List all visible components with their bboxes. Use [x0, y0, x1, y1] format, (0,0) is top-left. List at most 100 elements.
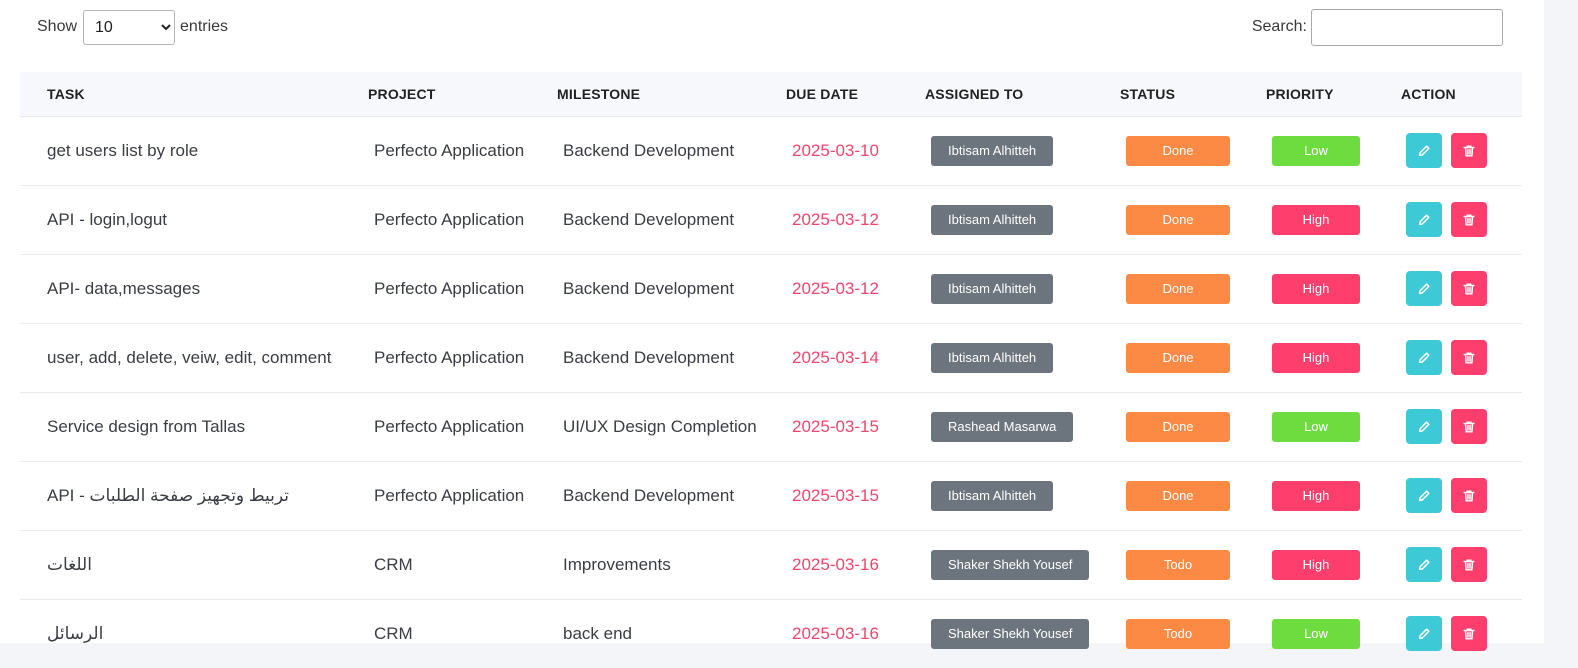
delete-button[interactable] — [1451, 547, 1487, 582]
status-badge: Todo — [1126, 618, 1230, 649]
delete-button[interactable] — [1451, 133, 1487, 168]
pencil-icon — [1417, 489, 1431, 503]
milestone-cell: Backend Development — [563, 485, 735, 505]
task-name[interactable]: الرسائل — [47, 624, 103, 643]
search-label: Search: — [1251, 18, 1307, 35]
status-badge: Done — [1126, 342, 1230, 373]
edit-button[interactable] — [1406, 202, 1442, 237]
status-badge: Done — [1126, 204, 1230, 235]
page-size-select[interactable]: 102550100 — [83, 9, 176, 45]
column-header-action[interactable]: ACTION — [1374, 72, 1522, 116]
pencil-icon — [1417, 558, 1431, 572]
search-input[interactable] — [1311, 8, 1503, 46]
status-cell: Todo — [1093, 530, 1239, 599]
status-cell: Done — [1093, 323, 1239, 392]
project-cell: CRM — [374, 623, 413, 643]
edit-button[interactable] — [1406, 271, 1442, 306]
edit-button[interactable] — [1406, 409, 1442, 444]
assignee-badge: Ibtisam Alhitteh — [931, 342, 1054, 373]
delete-button[interactable] — [1451, 616, 1487, 652]
assigned-to-cell: Rashead Masarwa — [898, 392, 1093, 461]
trash-icon — [1462, 351, 1476, 365]
table-row: Service design from Tallas Perfecto Appli… — [20, 392, 1522, 461]
assigned-to-cell: Ibtisam Alhitteh — [898, 461, 1093, 530]
action-cell — [1374, 530, 1522, 599]
delete-button[interactable] — [1451, 409, 1487, 444]
task-cell[interactable]: API - تربيط وتجهيز صفحة الطلبات — [20, 461, 341, 530]
column-header-due-date[interactable]: DUE DATE — [759, 72, 898, 116]
column-header-project[interactable]: PROJECT — [341, 72, 530, 116]
column-header-priority[interactable]: PRIORITY — [1239, 72, 1374, 116]
task-name[interactable]: API - login,logut — [47, 210, 167, 229]
task-cell[interactable]: API- data,messages — [20, 254, 341, 323]
priority-cell: High — [1239, 323, 1374, 392]
milestone-cell: Improvements — [563, 554, 671, 574]
trash-icon — [1462, 144, 1476, 158]
edit-button[interactable] — [1406, 478, 1442, 513]
delete-button[interactable] — [1451, 202, 1487, 237]
priority-cell: Low — [1239, 392, 1374, 461]
edit-button[interactable] — [1406, 133, 1442, 168]
table-row: get users list by role Perfecto Applicati… — [20, 116, 1522, 185]
task-name[interactable]: اللغات — [47, 555, 92, 574]
action-cell — [1374, 254, 1522, 323]
status-badge: Done — [1126, 411, 1230, 442]
due-date-cell: 2025-03-15 — [792, 416, 879, 436]
milestone-cell: Backend Development — [563, 278, 735, 298]
pencil-icon — [1417, 213, 1431, 227]
task-cell[interactable]: user, add, delete, veiw, edit, comment — [20, 323, 341, 392]
task-cell[interactable]: Service design from Tallas — [20, 392, 341, 461]
pencil-icon — [1417, 282, 1431, 296]
priority-badge: High — [1272, 204, 1360, 235]
assigned-to-cell: Ibtisam Alhitteh — [898, 116, 1093, 185]
task-cell[interactable]: اللغات — [20, 530, 341, 599]
priority-badge: High — [1272, 549, 1360, 580]
delete-button[interactable] — [1451, 340, 1487, 375]
edit-button[interactable] — [1406, 616, 1442, 652]
column-header-task[interactable]: TASK — [20, 72, 341, 116]
action-cell — [1374, 116, 1522, 185]
column-header-assigned-to[interactable]: ASSIGNED TO — [898, 72, 1093, 116]
delete-button[interactable] — [1451, 271, 1487, 306]
status-cell: Done — [1093, 254, 1239, 323]
task-name[interactable]: Service design from Tallas — [47, 417, 245, 436]
edit-button[interactable] — [1406, 547, 1442, 582]
status-badge: Done — [1126, 273, 1230, 304]
assignee-badge: Shaker Shekh Yousef — [931, 549, 1090, 580]
task-cell[interactable]: الرسائل — [20, 599, 341, 668]
project-cell: Perfecto Application — [374, 278, 525, 298]
due-date-cell: 2025-03-12 — [792, 209, 879, 229]
milestone-cell: back end — [563, 623, 632, 643]
assignee-badge: Ibtisam Alhitteh — [931, 204, 1054, 235]
priority-cell: High — [1239, 530, 1374, 599]
action-cell — [1374, 185, 1522, 254]
show-label: Show — [37, 18, 78, 35]
priority-badge: Low — [1272, 135, 1360, 166]
project-cell: Perfecto Application — [374, 347, 525, 367]
project-cell: Perfecto Application — [374, 140, 525, 160]
task-cell[interactable]: API - login,logut — [20, 185, 341, 254]
priority-badge: High — [1272, 480, 1360, 511]
priority-badge: High — [1272, 342, 1360, 373]
project-cell: Perfecto Application — [374, 485, 525, 505]
table-row: API - login,logut Perfecto Application Bac… — [20, 185, 1522, 254]
assignee-badge: Rashead Masarwa — [931, 411, 1074, 442]
column-header-status[interactable]: STATUS — [1093, 72, 1239, 116]
trash-icon — [1462, 627, 1476, 641]
tasks-table: TASK PROJECT MILESTONE DUE DATE ASSIGNED TO S… — [20, 72, 1522, 668]
column-header-milestone[interactable]: MILESTONE — [530, 72, 759, 116]
task-name[interactable]: user, add, delete, veiw, edit, comment — [47, 348, 331, 367]
trash-icon — [1462, 420, 1476, 434]
task-cell[interactable]: get users list by role — [20, 116, 341, 185]
edit-button[interactable] — [1406, 340, 1442, 375]
task-name[interactable]: API - تربيط وتجهيز صفحة الطلبات — [47, 486, 289, 505]
assignee-badge: Shaker Shekh Yousef — [931, 618, 1090, 649]
table-header-row: TASK PROJECT MILESTONE DUE DATE ASSIGNED TO S… — [20, 72, 1522, 116]
trash-icon — [1462, 489, 1476, 503]
task-name[interactable]: get users list by role — [47, 141, 198, 160]
status-cell: Done — [1093, 185, 1239, 254]
task-name[interactable]: API- data,messages — [47, 279, 200, 298]
due-date-cell: 2025-03-15 — [792, 485, 879, 505]
trash-icon — [1462, 558, 1476, 572]
delete-button[interactable] — [1451, 478, 1487, 513]
